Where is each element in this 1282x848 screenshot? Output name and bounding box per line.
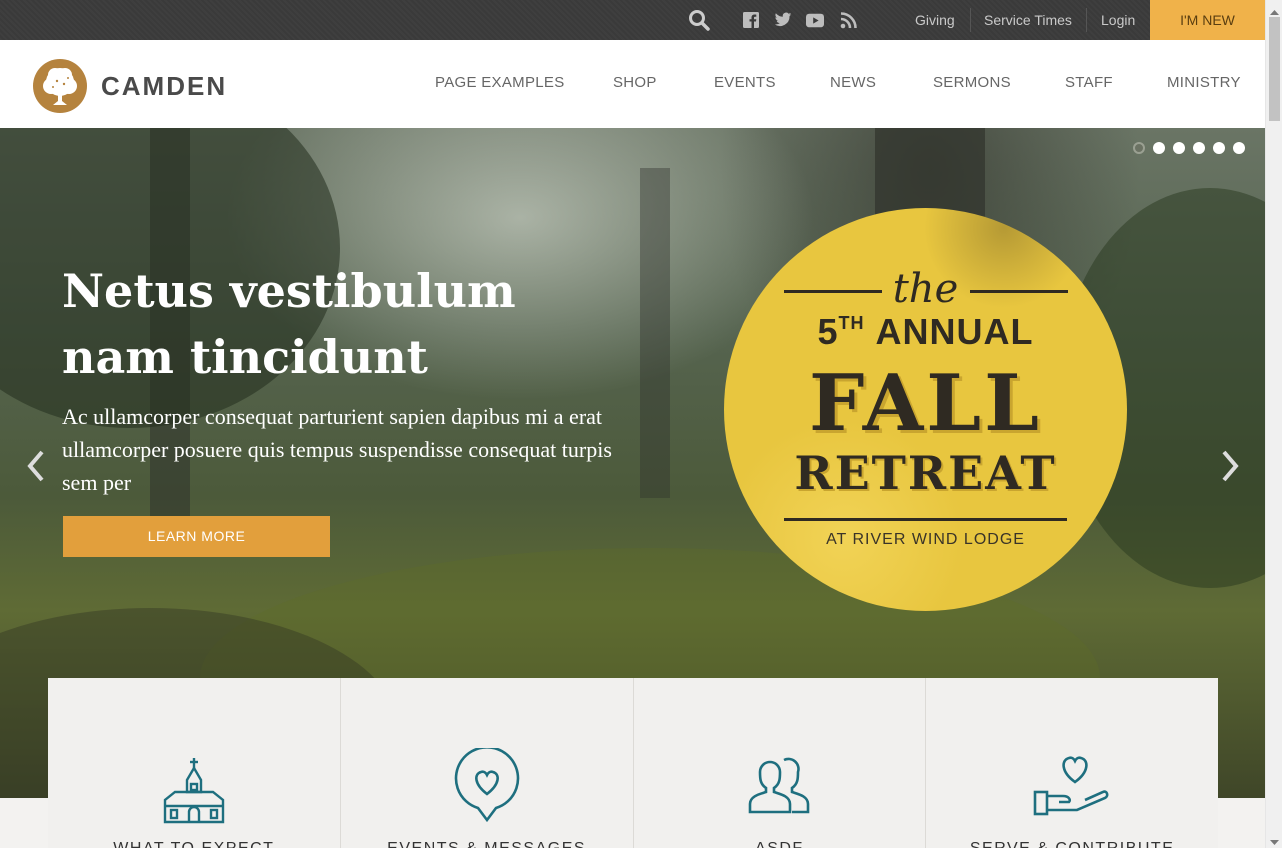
- facebook-icon[interactable]: [742, 11, 760, 29]
- im-new-button[interactable]: I'M NEW: [1150, 0, 1265, 40]
- feature-label: EVENTS & MESSAGES: [341, 840, 633, 848]
- slide-dot[interactable]: [1193, 142, 1205, 154]
- hero-subtitle: Ac ullamcorper consequat parturient sapi…: [62, 404, 612, 495]
- learn-more-button[interactable]: LEARN MORE: [63, 516, 330, 557]
- badge-lodge: AT RIVER WIND LODGE: [826, 531, 1025, 548]
- search-icon[interactable]: [688, 9, 710, 31]
- nav-events[interactable]: EVENTS: [714, 40, 776, 128]
- scroll-up-icon[interactable]: [1270, 4, 1279, 15]
- badge-fall: FALL: [808, 358, 1042, 449]
- feature-asdf[interactable]: ASDF: [633, 678, 927, 848]
- scrollbar[interactable]: [1265, 0, 1282, 848]
- giving-link[interactable]: Giving: [915, 0, 955, 40]
- hero-title: Netus vestibulum nam tincidunt: [62, 258, 662, 390]
- service-times-link[interactable]: Service Times: [984, 0, 1072, 40]
- hero-title-line: Netus vestibulum: [62, 264, 516, 318]
- tree-logo-icon[interactable]: [33, 59, 87, 113]
- badge-annual-number: 5: [817, 311, 839, 352]
- feature-label: WHAT TO EXPECT: [48, 840, 340, 848]
- feature-events-messages[interactable]: EVENTS & MESSAGES: [340, 678, 634, 848]
- slide-dot[interactable]: [1133, 142, 1145, 154]
- scrollbar-thumb[interactable]: [1269, 17, 1280, 121]
- prev-slide-arrow-icon[interactable]: [24, 446, 48, 486]
- feature-boxes: WHAT TO EXPECT EVENTS & MESSAGES ASDF: [48, 678, 1218, 848]
- badge-retreat: RETREAT: [794, 446, 1057, 500]
- next-slide-arrow-icon[interactable]: [1218, 446, 1242, 486]
- church-icon: [161, 756, 227, 829]
- slide-dot[interactable]: [1153, 142, 1165, 154]
- feature-serve-contribute[interactable]: SERVE & CONTRIBUTE: [926, 678, 1218, 848]
- slide-dot[interactable]: [1213, 142, 1225, 154]
- feature-what-to-expect[interactable]: WHAT TO EXPECT: [48, 678, 341, 848]
- page: Giving Service Times Login I'M NEW CAMDE…: [0, 0, 1282, 848]
- twitter-icon[interactable]: [774, 11, 792, 29]
- nav-ministry[interactable]: MINISTRY: [1167, 40, 1241, 128]
- fall-retreat-badge: the 5TH ANNUAL FALL RETREAT AT RIVER WIN…: [724, 208, 1127, 611]
- heart-chat-icon: [454, 746, 520, 833]
- slide-dot[interactable]: [1173, 142, 1185, 154]
- hero-title-line: nam tincidunt: [62, 330, 428, 384]
- site-header: CAMDEN PAGE EXAMPLES SHOP EVENTS NEWS SE…: [0, 40, 1265, 128]
- slide-indicators: [1133, 142, 1245, 154]
- nav-news[interactable]: NEWS: [830, 40, 876, 128]
- divider: [970, 8, 971, 32]
- badge-the: the: [892, 266, 959, 312]
- nav-shop[interactable]: SHOP: [613, 40, 657, 128]
- badge-annual-suffix: TH: [838, 313, 865, 333]
- nav-page-examples[interactable]: PAGE EXAMPLES: [435, 40, 565, 128]
- heart-hand-icon: [1033, 756, 1111, 823]
- slide-dot[interactable]: [1233, 142, 1245, 154]
- youtube-icon[interactable]: [806, 11, 824, 29]
- top-bar: Giving Service Times Login I'M NEW: [0, 0, 1265, 40]
- feature-label: ASDF: [634, 840, 926, 848]
- scroll-down-icon[interactable]: [1270, 834, 1279, 845]
- site-logo-text[interactable]: CAMDEN: [101, 71, 227, 102]
- badge-annual: 5TH ANNUAL: [724, 311, 1127, 353]
- login-link[interactable]: Login: [1101, 0, 1135, 40]
- badge-annual-word: ANNUAL: [875, 311, 1034, 352]
- feature-label: SERVE & CONTRIBUTE: [926, 840, 1218, 848]
- divider: [1086, 8, 1087, 32]
- people-icon: [740, 756, 818, 821]
- nav-staff[interactable]: STAFF: [1065, 40, 1113, 128]
- badge-rule: [784, 518, 1067, 521]
- nav-sermons[interactable]: SERMONS: [933, 40, 1011, 128]
- rss-icon[interactable]: [839, 11, 857, 29]
